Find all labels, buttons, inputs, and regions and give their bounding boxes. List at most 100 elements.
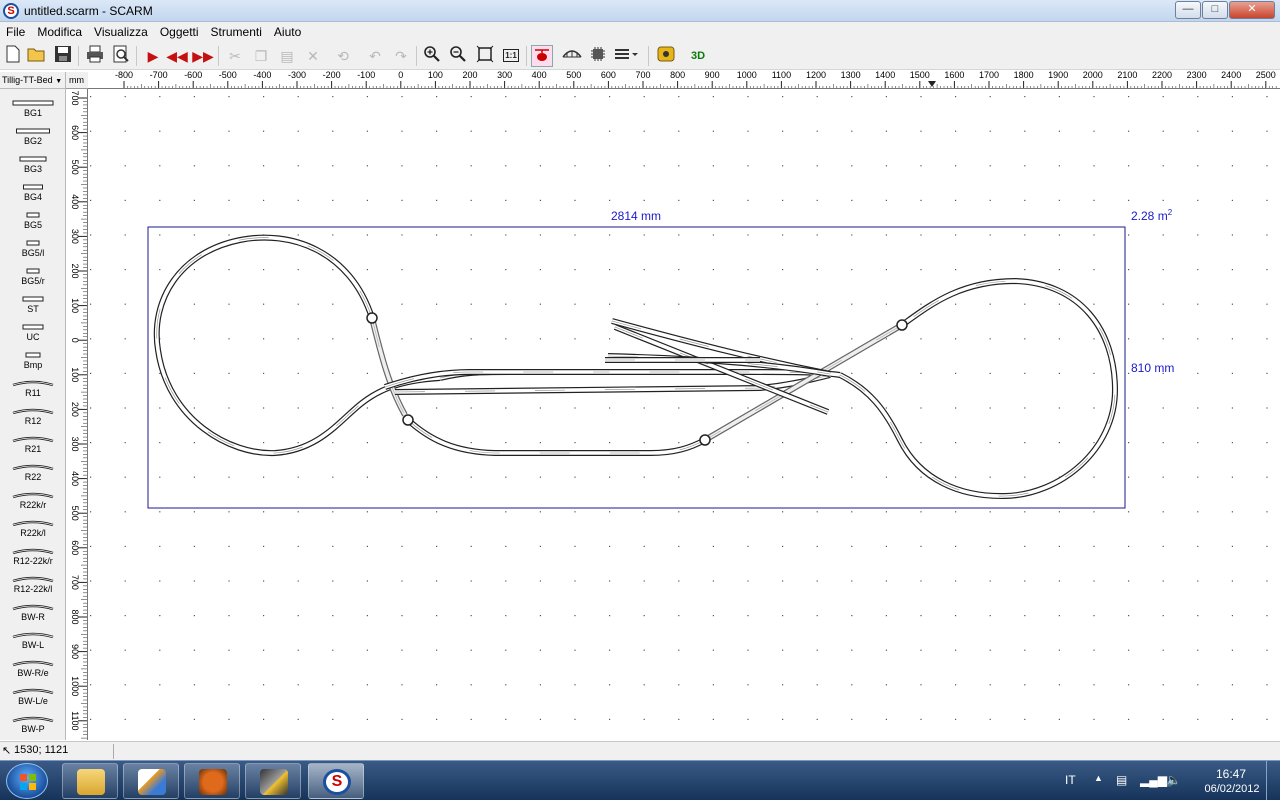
library-item-r12-22k-r[interactable]: R12-22k/r (0, 541, 65, 569)
zoom-in-icon[interactable] (421, 45, 443, 67)
library-item-bg1[interactable]: BG1 (0, 93, 65, 121)
ruler-label: 1800 (1014, 70, 1034, 80)
track-joint-marker[interactable] (402, 414, 414, 426)
save-icon[interactable] (52, 45, 74, 67)
library-item-r11[interactable]: R11 (0, 373, 65, 401)
rotate-icon[interactable]: ⟲ (332, 45, 354, 67)
taskbar-explorer[interactable] (62, 763, 118, 799)
redo-icon[interactable]: ↷ (390, 45, 412, 67)
library-item-uc[interactable]: UC (0, 317, 65, 345)
library-item-bmp[interactable]: Bmp (0, 345, 65, 373)
ruler-label: -600 (184, 70, 202, 80)
menu-visualizza[interactable]: Visualizza (88, 22, 154, 42)
clock-time[interactable]: 16:47 (1206, 767, 1256, 781)
new-icon[interactable] (2, 45, 24, 67)
bridge-icon[interactable] (561, 45, 583, 67)
track-diagonal[interactable] (703, 322, 904, 443)
pointer-icon: ↖ (2, 745, 12, 757)
start-button[interactable] (6, 763, 48, 799)
menu-strumenti[interactable]: Strumenti (205, 22, 268, 42)
taskbar-scarm[interactable]: S (308, 763, 364, 799)
library-item-bg2[interactable]: BG2 (0, 121, 65, 149)
zoom-1to1-icon[interactable]: 1:1 (500, 45, 522, 67)
track-piece-icon (26, 268, 40, 274)
library-item-r22k-l[interactable]: R22k/l (0, 513, 65, 541)
chip-icon[interactable] (587, 45, 609, 67)
track-siding-1[interactable] (611, 318, 831, 377)
ruler-label: 700 (635, 70, 650, 80)
forward-icon[interactable]: ▶▶ (192, 45, 214, 67)
ruler-label: 300 (497, 70, 512, 80)
delete-icon[interactable]: ✕ (302, 45, 324, 67)
copy-icon[interactable]: ❐ (250, 45, 272, 67)
ruler-label: 2400 (1221, 70, 1241, 80)
layout-canvas[interactable]: 2814 mm 810 mm 2.28 m2 (88, 89, 1280, 740)
tray-expand-icon[interactable]: ▲ (1094, 773, 1103, 783)
measure-icon[interactable] (655, 45, 677, 67)
track-left-connector[interactable] (369, 317, 408, 417)
menu-aiuto[interactable]: Aiuto (268, 22, 307, 42)
volume-icon[interactable]: 🔈 (1166, 773, 1181, 787)
zoom-out-icon[interactable] (447, 45, 469, 67)
track-joint-marker[interactable] (366, 312, 378, 324)
ruler-label: 600 (601, 70, 616, 80)
3d-view-icon[interactable]: 3D (685, 45, 711, 67)
ruler-label: 2300 (1187, 70, 1207, 80)
track-lower-siding[interactable] (405, 417, 707, 456)
library-item-st[interactable]: ST (0, 289, 65, 317)
windows-logo-icon (20, 774, 36, 790)
network-icon[interactable]: ▂▄▆ (1140, 773, 1167, 787)
library-item-bg5[interactable]: BG5 (0, 205, 65, 233)
cut-icon[interactable]: ✂ (224, 45, 246, 67)
minimize-button[interactable]: — (1175, 1, 1201, 19)
device-icon[interactable]: ▤ (1116, 773, 1127, 787)
library-item-r22[interactable]: R22 (0, 457, 65, 485)
maximize-button[interactable]: □ (1202, 1, 1228, 19)
show-desktop-button[interactable] (1266, 761, 1280, 800)
open-icon[interactable] (26, 45, 48, 67)
close-button[interactable]: ✕ (1229, 1, 1275, 19)
taskbar-app3[interactable] (184, 763, 240, 799)
taskbar-app2[interactable] (123, 763, 179, 799)
library-item-bg5-l[interactable]: BG5/l (0, 233, 65, 261)
menu-modifica[interactable]: Modifica (31, 22, 88, 42)
library-item-r21[interactable]: R21 (0, 429, 65, 457)
play-icon[interactable]: ▶ (142, 45, 164, 67)
library-item-bw-r[interactable]: BW-R (0, 597, 65, 625)
zoom-fit-icon[interactable] (474, 45, 496, 67)
track-piece-icon (25, 352, 41, 358)
track-right-loop[interactable] (838, 278, 1118, 500)
library-selected: Tillig-TT-Bed (2, 75, 53, 85)
library-item-bg3[interactable]: BG3 (0, 149, 65, 177)
track-layout[interactable] (153, 234, 1118, 500)
library-item-bw-l-e[interactable]: BW-L/e (0, 681, 65, 709)
taskbar-app4[interactable] (245, 763, 301, 799)
paste-icon[interactable]: ▤ (276, 45, 298, 67)
menu-oggetti[interactable]: Oggetti (154, 22, 205, 42)
library-item-bw-l[interactable]: BW-L (0, 625, 65, 653)
undo-icon[interactable]: ↶ (364, 45, 386, 67)
library-item-bw-p[interactable]: BW-P (0, 709, 65, 737)
library-item-r22k-r[interactable]: R22k/r (0, 485, 65, 513)
library-item-label: R12-22k/l (13, 584, 53, 594)
library-item-bg4[interactable]: BG4 (0, 177, 65, 205)
rewind-icon[interactable]: ◀◀ (166, 45, 188, 67)
track-piece-icon (12, 380, 54, 387)
menu-file[interactable]: File (0, 22, 31, 42)
print-preview-icon[interactable] (110, 45, 132, 67)
library-item-r12-22k-l[interactable]: R12-22k/l (0, 569, 65, 597)
library-item-bw-r-e[interactable]: BW-R/e (0, 653, 65, 681)
library-item-r12[interactable]: R12 (0, 401, 65, 429)
clock-date[interactable]: 06/02/2012 (1194, 783, 1270, 795)
menu-bar: File Modifica Visualizza Oggetti Strumenti Ai… (0, 22, 1280, 42)
track-main-inner[interactable] (384, 369, 600, 390)
library-selector[interactable]: Tillig-TT-Bed ▼ (0, 72, 66, 89)
helicopter-icon[interactable] (531, 45, 553, 67)
language-indicator[interactable]: IT (1065, 773, 1076, 787)
library-item-bg5-r[interactable]: BG5/r (0, 261, 65, 289)
scarm-app-icon[interactable]: S (3, 3, 19, 19)
layers-icon[interactable] (613, 45, 638, 67)
track-joint-marker[interactable] (896, 319, 908, 331)
track-joint-marker[interactable] (699, 434, 711, 446)
print-icon[interactable] (84, 45, 106, 67)
